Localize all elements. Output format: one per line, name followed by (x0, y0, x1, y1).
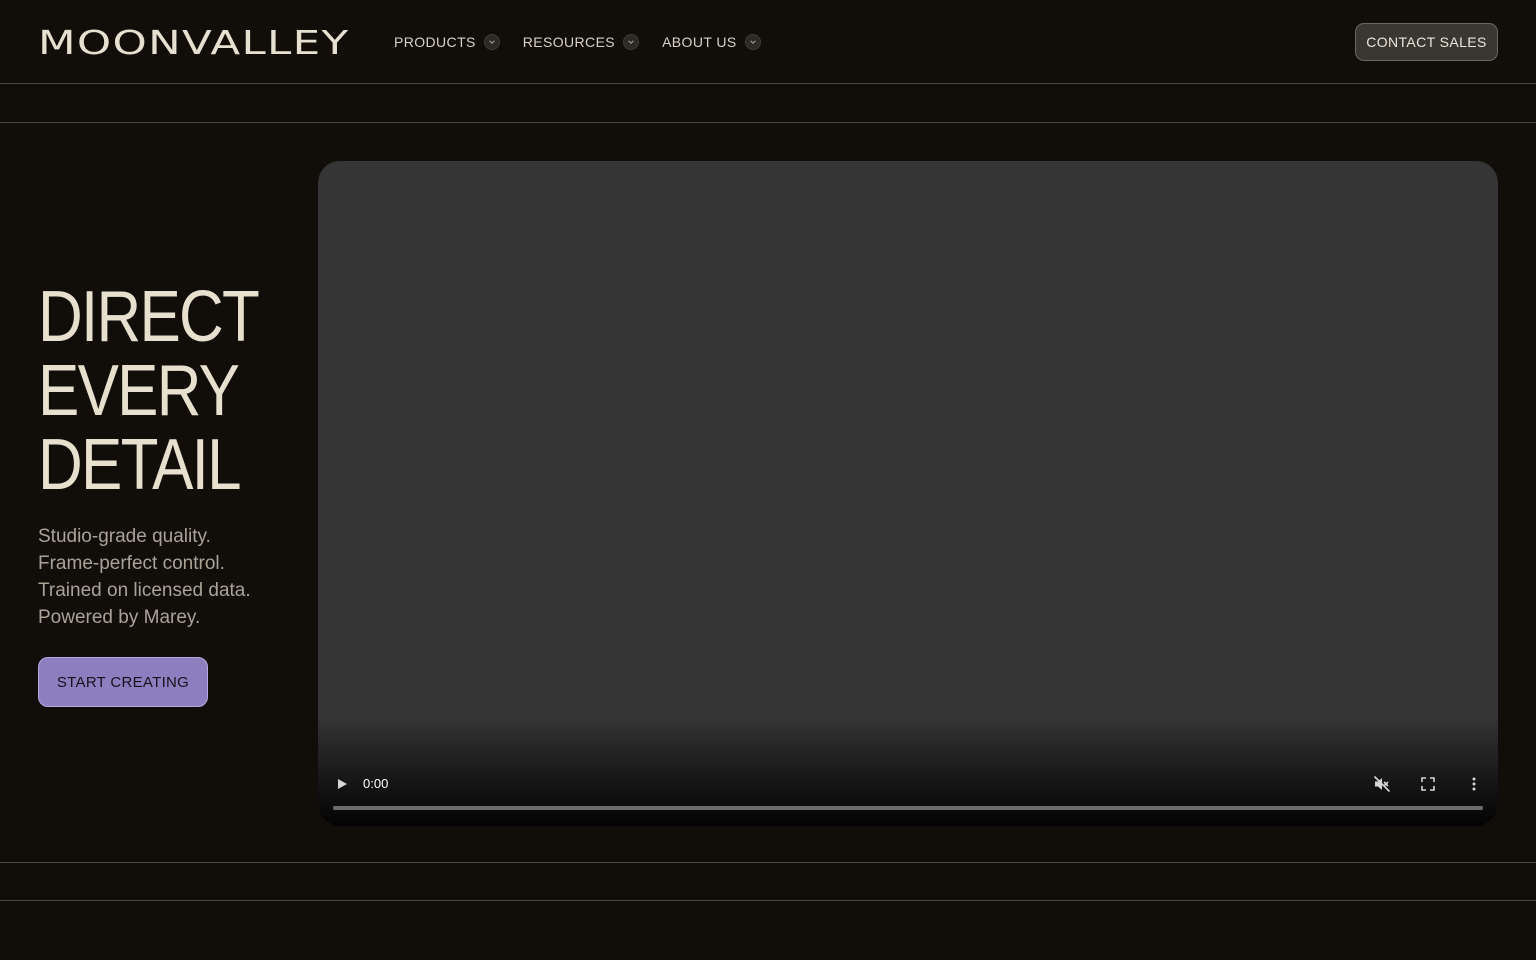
more-options-icon[interactable] (1465, 775, 1483, 793)
contact-sales-button[interactable]: CONTACT SALES (1355, 23, 1498, 61)
divider (0, 862, 1536, 863)
chevron-down-icon (744, 34, 761, 50)
hero-subtitle-line: Powered by Marey. (38, 607, 201, 628)
nav-item-label: RESOURCES (522, 34, 616, 50)
nav-item-label: ABOUT US (662, 34, 737, 50)
video-controls: 0:00 (318, 766, 1498, 826)
hero-title-line: DIRECT (38, 277, 260, 357)
hero-subtitle-line: Frame-perfect control. (38, 553, 225, 574)
fullscreen-icon[interactable] (1419, 775, 1437, 793)
hero-title-line: EVERY (38, 351, 240, 431)
chevron-down-icon (623, 34, 640, 50)
hero-title: DIRECT EVERY DETAIL (38, 280, 298, 502)
hero-subtitle: Studio-grade quality. Frame-perfect cont… (38, 523, 298, 631)
divider (0, 122, 1536, 123)
play-icon[interactable] (334, 776, 350, 792)
nav-item-products[interactable]: PRODUCTS (394, 34, 500, 50)
video-time: 0:00 (363, 776, 389, 791)
logo[interactable]: MOONVALLEY (38, 22, 349, 62)
nav-item-about-us[interactable]: ABOUT US (662, 34, 761, 50)
mute-icon[interactable] (1373, 775, 1391, 793)
nav-item-label: PRODUCTS (394, 34, 476, 50)
page: MOONVALLEY PRODUCTS RESOURCES ABOUT US C… (0, 0, 1536, 960)
video-player[interactable]: 0:00 (318, 161, 1498, 826)
nav-item-resources[interactable]: RESOURCES (522, 34, 640, 50)
start-creating-button[interactable]: START CREATING (38, 657, 208, 707)
video-progress-bar[interactable] (333, 806, 1483, 810)
divider (0, 900, 1536, 901)
site-header: MOONVALLEY PRODUCTS RESOURCES ABOUT US C… (0, 0, 1536, 84)
hero-title-line: DETAIL (38, 425, 242, 505)
hero-subtitle-line: Studio-grade quality. (38, 526, 211, 547)
main-nav: PRODUCTS RESOURCES ABOUT US (394, 30, 784, 54)
hero-subtitle-line: Trained on licensed data. (38, 580, 251, 601)
chevron-down-icon (483, 34, 500, 50)
